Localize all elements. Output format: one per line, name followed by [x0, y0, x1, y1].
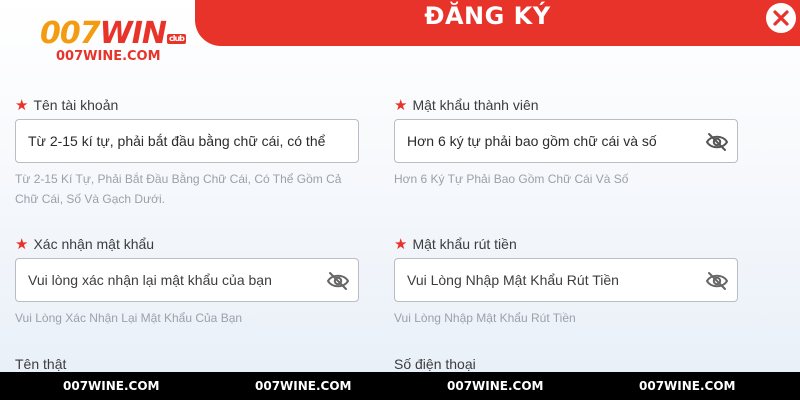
password-input-text: Hơn 6 ký tự phải bao gồm chữ cái và số — [407, 133, 657, 149]
eye-slash-icon[interactable] — [705, 131, 729, 153]
footer-domain-1: 007WINE.COM — [63, 379, 160, 393]
close-button[interactable] — [766, 3, 796, 33]
password-input[interactable]: Hơn 6 ký tự phải bao gồm chữ cái và số — [394, 119, 738, 163]
withdraw-password-label: ★ Mật khẩu rút tiền — [394, 234, 739, 254]
username-hint: Từ 2-15 Kí Tự, Phải Bắt Đầu Bằng Chữ Cái… — [15, 172, 342, 206]
eye-slash-icon[interactable] — [705, 270, 729, 292]
logo-number: 007 — [40, 16, 101, 51]
withdraw-password-input[interactable]: Vui Lòng Nhập Mật Khẩu Rút Tiền — [394, 258, 738, 302]
confirm-password-input-text: Vui lòng xác nhận lại mật khẩu của bạn — [28, 272, 272, 288]
password-field-group: ★ Mật khẩu thành viên Hơn 6 ký tự phải b… — [394, 95, 739, 189]
required-star-icon: ★ — [15, 235, 29, 253]
phone-field-group: Số điện thoại — [394, 354, 739, 374]
eye-slash-icon[interactable] — [326, 270, 350, 292]
withdraw-password-field-group: ★ Mật khẩu rút tiền Vui Lòng Nhập Mật Kh… — [394, 234, 739, 328]
confirm-password-hint: Vui Lòng Xác Nhận Lại Mật Khẩu Của Bạn — [15, 311, 243, 325]
logo-win: WIN — [99, 16, 167, 51]
withdraw-password-label-text: Mật khẩu rút tiền — [412, 236, 517, 252]
footer-domain-2: 007WINE.COM — [255, 379, 352, 393]
logo-badge: club — [167, 34, 186, 44]
password-hint: Hơn 6 Ký Tự Phải Bao Gồm Chữ Cái Và Số — [394, 172, 629, 186]
real-name-label: Tên thật — [15, 356, 67, 372]
footer-watermark-bar: 007WINE.COM 007WINE.COM 007WINE.COM 007W… — [0, 372, 800, 400]
username-input-text: Từ 2-15 kí tự, phải bắt đầu bằng chữ cái… — [28, 133, 326, 149]
footer-domain-3: 007WINE.COM — [447, 379, 544, 393]
logo-wordmark: 007WIN club — [40, 18, 190, 50]
required-star-icon: ★ — [394, 235, 408, 253]
confirm-password-field-group: ★ Xác nhận mật khẩu Vui lòng xác nhận lạ… — [15, 234, 360, 328]
username-input[interactable]: Từ 2-15 kí tự, phải bắt đầu bằng chữ cái… — [15, 119, 359, 163]
logo-domain: 007WINE.COM — [56, 49, 161, 64]
confirm-password-label-text: Xác nhận mật khẩu — [33, 236, 155, 252]
username-label: ★ Tên tài khoản — [15, 95, 360, 115]
required-star-icon: ★ — [15, 96, 29, 114]
password-label: ★ Mật khẩu thành viên — [394, 95, 739, 115]
close-icon[interactable] — [772, 9, 790, 27]
real-name-field-group: Tên thật — [15, 354, 360, 374]
phone-label: Số điện thoại — [394, 356, 476, 372]
withdraw-password-input-text: Vui Lòng Nhập Mật Khẩu Rút Tiền — [407, 272, 619, 288]
username-field-group: ★ Tên tài khoản Từ 2-15 kí tự, phải bắt … — [15, 95, 360, 209]
brand-logo: 007WIN club 007WINE.COM — [40, 18, 190, 70]
password-label-text: Mật khẩu thành viên — [412, 97, 539, 113]
username-label-text: Tên tài khoản — [33, 97, 119, 113]
confirm-password-label: ★ Xác nhận mật khẩu — [15, 234, 360, 254]
header-bar: ĐĂNG KÝ — [195, 0, 800, 46]
page-title: ĐĂNG KÝ — [424, 2, 551, 30]
footer-domain-4: 007WINE.COM — [639, 379, 736, 393]
confirm-password-input[interactable]: Vui lòng xác nhận lại mật khẩu của bạn — [15, 258, 359, 302]
withdraw-password-hint: Vui Lòng Nhập Mật Khẩu Rút Tiền — [394, 311, 576, 325]
required-star-icon: ★ — [394, 96, 408, 114]
